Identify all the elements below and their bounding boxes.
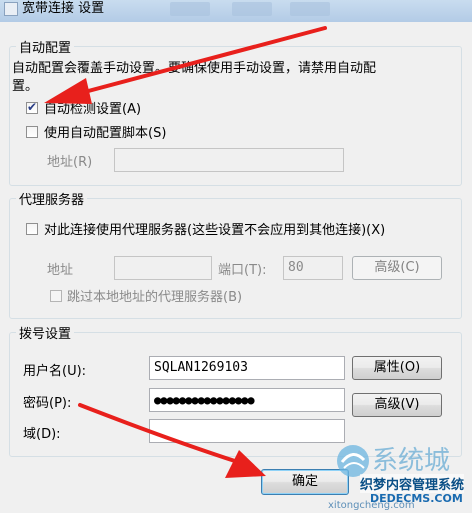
auto-detect-label[interactable]: 自动检测设置(A): [44, 98, 141, 117]
proxy-port-label: 端口(T):: [218, 263, 267, 278]
bypass-local-label[interactable]: 跳过本地地址的代理服务器(B): [67, 286, 242, 305]
username-input[interactable]: SQLAN1269103: [149, 356, 345, 380]
use-script-label[interactable]: 使用自动配置脚本(S): [44, 122, 166, 141]
script-address-label: 地址(R): [47, 155, 93, 170]
background-tab-ghost: [170, 2, 210, 16]
auto-config-group: 自动配置 自动配置会覆盖手动设置。要确保使用手动设置，请禁用自动配 置。 自动检…: [9, 37, 462, 186]
title-bar: 宽带连接 设置: [0, 0, 472, 23]
proxy-group: 代理服务器 对此连接使用代理服务器(这些设置不会应用到其他连接)(X) 地址 端…: [9, 189, 462, 319]
script-address-input[interactable]: [114, 148, 344, 172]
password-label: 密码(P):: [23, 396, 72, 411]
proxy-port-input[interactable]: 80: [283, 256, 343, 280]
bypass-local-checkbox[interactable]: [50, 290, 62, 302]
password-input[interactable]: ●●●●●●●●●●●●●●●●: [149, 388, 345, 412]
use-script-checkbox[interactable]: [26, 126, 38, 138]
dialup-advanced-button[interactable]: 高级(V): [352, 393, 442, 417]
settings-dialog: 自动配置 自动配置会覆盖手动设置。要确保使用手动设置，请禁用自动配 置。 自动检…: [0, 22, 472, 513]
window-icon: [4, 2, 18, 16]
auto-config-legend: 自动配置: [16, 37, 75, 56]
domain-label: 域(D):: [23, 427, 61, 442]
username-label: 用户名(U):: [23, 364, 87, 379]
properties-button[interactable]: 属性(O): [352, 356, 442, 380]
auto-config-description: 自动配置会覆盖手动设置。要确保使用手动设置，请禁用自动配: [12, 61, 377, 76]
proxy-legend: 代理服务器: [16, 189, 88, 208]
background-tab-ghost: [290, 2, 330, 16]
proxy-advanced-button[interactable]: 高级(C): [352, 256, 442, 280]
use-proxy-checkbox[interactable]: [26, 223, 38, 235]
dialup-legend: 拨号设置: [16, 323, 75, 342]
auto-config-description-cont: 置。: [12, 79, 39, 94]
window-title: 宽带连接 设置: [22, 1, 105, 16]
domain-input[interactable]: [149, 419, 345, 443]
proxy-address-label: 地址: [47, 263, 74, 278]
ok-button[interactable]: 确定: [261, 469, 349, 495]
auto-detect-checkbox[interactable]: [26, 100, 38, 114]
background-tab-ghost: [232, 2, 272, 16]
use-proxy-label[interactable]: 对此连接使用代理服务器(这些设置不会应用到其他连接)(X): [44, 219, 385, 238]
proxy-address-input[interactable]: [114, 256, 212, 280]
dialup-group: 拨号设置 用户名(U): SQLAN1269103 属性(O) 密码(P): ●…: [9, 323, 462, 457]
